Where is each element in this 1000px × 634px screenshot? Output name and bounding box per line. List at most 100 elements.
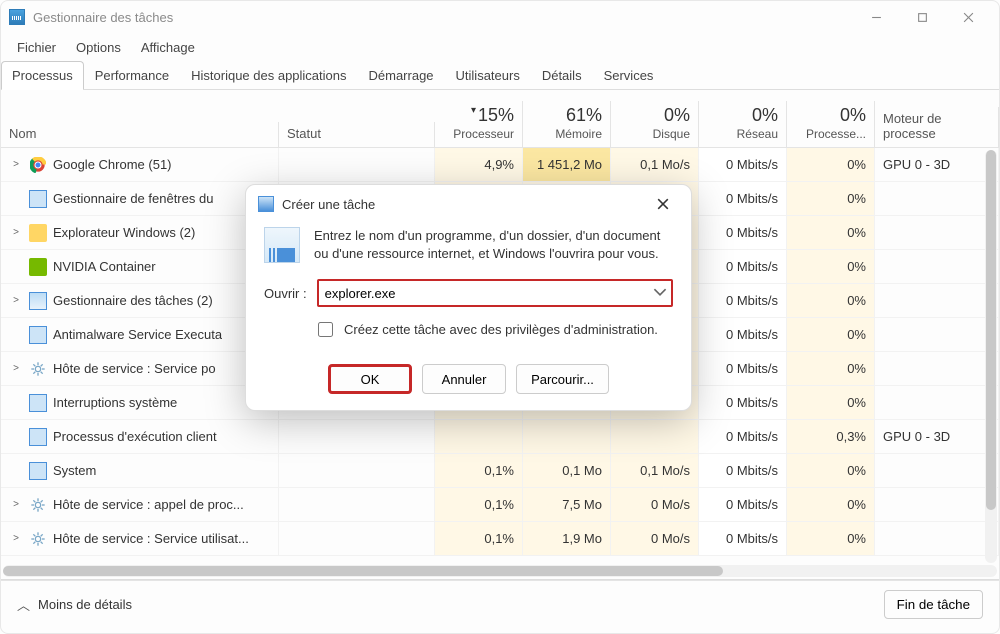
admin-checkbox[interactable] (318, 322, 333, 337)
col-disk-pct: 0% (619, 105, 690, 126)
browse-button[interactable]: Parcourir... (516, 364, 609, 394)
col-name[interactable]: Nom (1, 122, 279, 147)
program-input[interactable] (317, 279, 673, 307)
minimize-button[interactable] (853, 1, 899, 33)
col-status[interactable]: Statut (279, 122, 435, 147)
gpu-engine-cell (875, 284, 999, 317)
col-gpu[interactable]: 0% Processe... (787, 101, 875, 147)
tab-startup[interactable]: Démarrage (358, 61, 445, 89)
vertical-scrollbar[interactable] (985, 150, 997, 563)
col-disk-label: Disque (653, 127, 690, 141)
expand-toggle[interactable]: > (9, 295, 23, 306)
process-name: Explorateur Windows (2) (53, 225, 195, 240)
horizontal-scroll-thumb[interactable] (3, 566, 723, 576)
table-row[interactable]: >Hôte de service : appel de proc...0,1%7… (1, 488, 999, 522)
chrome-icon (29, 156, 47, 174)
proc-icon (29, 190, 47, 208)
menu-view[interactable]: Affichage (133, 36, 203, 59)
col-disk[interactable]: 0% Disque (611, 101, 699, 147)
menu-file[interactable]: Fichier (9, 36, 64, 59)
gpu-cell: 0% (787, 488, 875, 521)
chevron-up-icon[interactable]: ︿ (17, 595, 30, 614)
process-name: Interruptions système (53, 395, 177, 410)
status-cell (279, 454, 435, 487)
dialog-title-bar: Créer une tâche (246, 185, 691, 223)
col-mem[interactable]: 61% Mémoire (523, 101, 611, 147)
expand-toggle[interactable]: > (9, 227, 23, 238)
gpu-cell: 0% (787, 148, 875, 181)
ok-button[interactable]: OK (328, 364, 412, 394)
gpu-engine-cell: GPU 0 - 3D (875, 420, 999, 453)
cpu-cell: 0,1% (435, 522, 523, 555)
disk-cell: 0 Mo/s (611, 488, 699, 521)
tab-users[interactable]: Utilisateurs (445, 61, 531, 89)
tab-performance[interactable]: Performance (84, 61, 180, 89)
horizontal-scrollbar[interactable] (3, 565, 997, 577)
tab-services[interactable]: Services (593, 61, 665, 89)
gpu-cell: 0% (787, 250, 875, 283)
chevron-down-icon[interactable] (653, 285, 667, 299)
net-cell: 0 Mbits/s (699, 182, 787, 215)
gpu-engine-cell: GPU 0 - 3D (875, 148, 999, 181)
cancel-button[interactable]: Annuler (422, 364, 506, 394)
performance-icon (264, 227, 300, 263)
process-name: Antimalware Service Executa (53, 327, 222, 342)
gear-icon (29, 360, 47, 378)
col-gpu-engine[interactable]: Moteur de processe (875, 107, 999, 147)
status-cell (279, 488, 435, 521)
col-gpu-pct: 0% (795, 105, 866, 126)
fewer-details-link[interactable]: Moins de détails (38, 597, 132, 612)
proc-icon (29, 428, 47, 446)
net-cell: 0 Mbits/s (699, 488, 787, 521)
disk-cell (611, 420, 699, 453)
col-cpu-label: Processeur (453, 127, 514, 141)
col-cpu-pct: 15% (478, 105, 514, 125)
run-dialog-icon (258, 196, 274, 212)
proc-icon (29, 462, 47, 480)
maximize-button[interactable] (899, 1, 945, 33)
expand-toggle[interactable]: > (9, 499, 23, 510)
cpu-cell (435, 420, 523, 453)
dialog-close-button[interactable] (647, 190, 679, 218)
open-label: Ouvrir : (264, 286, 307, 301)
tab-processes[interactable]: Processus (1, 61, 84, 89)
tab-app-history[interactable]: Historique des applications (180, 61, 357, 89)
menu-options[interactable]: Options (68, 36, 129, 59)
tm-icon (29, 292, 47, 310)
end-task-button[interactable]: Fin de tâche (884, 590, 983, 619)
table-row[interactable]: System0,1%0,1 Mo0,1 Mo/s0 Mbits/s0% (1, 454, 999, 488)
sort-desc-icon: ▾ (471, 105, 476, 116)
col-net-pct: 0% (707, 105, 778, 126)
gpu-engine-cell (875, 318, 999, 351)
table-row[interactable]: >Hôte de service : Service utilisat...0,… (1, 522, 999, 556)
tab-details[interactable]: Détails (531, 61, 593, 89)
table-row[interactable]: Processus d'exécution client0 Mbits/s0,3… (1, 420, 999, 454)
create-task-dialog: Créer une tâche Entrez le nom d'un progr… (245, 184, 692, 411)
status-cell (279, 522, 435, 555)
mem-cell: 1,9 Mo (523, 522, 611, 555)
expand-toggle[interactable]: > (9, 363, 23, 374)
gpu-engine-cell (875, 386, 999, 419)
expand-toggle[interactable]: > (9, 533, 23, 544)
gear-icon (29, 496, 47, 514)
close-button[interactable] (945, 1, 991, 33)
menu-bar: Fichier Options Affichage (1, 33, 999, 61)
status-cell (279, 420, 435, 453)
net-cell: 0 Mbits/s (699, 454, 787, 487)
expand-toggle[interactable]: > (9, 159, 23, 170)
dialog-message: Entrez le nom d'un programme, d'un dossi… (314, 227, 673, 262)
vertical-scroll-thumb[interactable] (986, 150, 996, 510)
table-row[interactable]: >Google Chrome (51)4,9%1 451,2 Mo0,1 Mo/… (1, 148, 999, 182)
gpu-engine-cell (875, 522, 999, 555)
net-cell: 0 Mbits/s (699, 352, 787, 385)
table-header: Nom Statut ▾15% Processeur 61% Mémoire 0… (1, 90, 999, 148)
cpu-cell: 4,9% (435, 148, 523, 181)
col-cpu[interactable]: ▾15% Processeur (435, 101, 523, 147)
net-cell: 0 Mbits/s (699, 420, 787, 453)
net-cell: 0 Mbits/s (699, 216, 787, 249)
col-net[interactable]: 0% Réseau (699, 101, 787, 147)
process-name: Google Chrome (51) (53, 157, 172, 172)
gpu-cell: 0% (787, 216, 875, 249)
net-cell: 0 Mbits/s (699, 386, 787, 419)
gear-icon (29, 530, 47, 548)
